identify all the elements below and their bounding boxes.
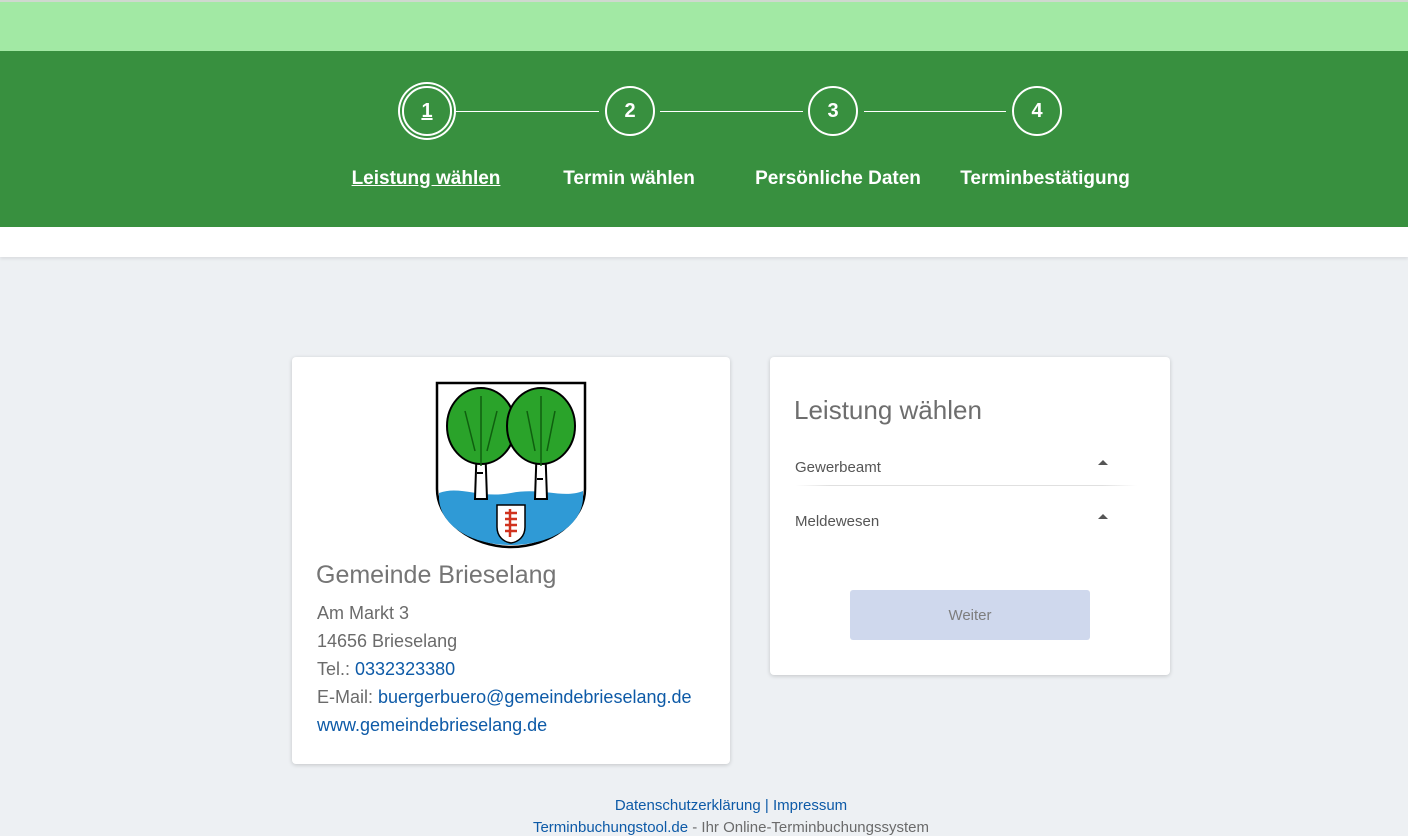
step-1-circle[interactable]: 1 bbox=[402, 86, 452, 136]
phone-link[interactable]: 0332323380 bbox=[355, 659, 455, 679]
step-2-circle: 2 bbox=[605, 86, 655, 136]
email-label: E-Mail: bbox=[317, 687, 379, 707]
imprint-link[interactable]: Impressum bbox=[773, 797, 847, 814]
email-link[interactable]: buergerbuero@gemeindebrieselang.de bbox=[378, 687, 692, 707]
step-connector bbox=[456, 111, 599, 112]
next-button[interactable]: Weiter bbox=[850, 590, 1090, 640]
sub-header-bar bbox=[0, 227, 1408, 257]
email-line: E-Mail: buergerbuero@gemeindebrieselang.… bbox=[317, 687, 692, 708]
tool-suffix: - Ihr Online-Terminbuchungssystem bbox=[688, 819, 930, 836]
website-link[interactable]: www.gemeindebrieselang.de bbox=[317, 715, 547, 735]
step-1-label[interactable]: Leistung wählen bbox=[352, 168, 501, 190]
step-connector bbox=[660, 111, 803, 112]
category-meldewesen[interactable]: Meldewesen bbox=[795, 501, 1137, 541]
step-connector bbox=[864, 111, 1006, 112]
step-4-number: 4 bbox=[1031, 100, 1043, 122]
step-3-label: Persönliche Daten bbox=[755, 168, 921, 189]
step-2-number: 2 bbox=[624, 100, 636, 122]
footer-links: Datenschutzerklärung | Impressum bbox=[0, 797, 1408, 814]
caret-up-icon bbox=[1098, 514, 1108, 519]
step-2-label: Termin wählen bbox=[563, 168, 695, 189]
step-4-circle: 4 bbox=[1012, 86, 1062, 136]
phone-label: Tel.: bbox=[317, 659, 356, 679]
footer-separator: | bbox=[760, 797, 773, 814]
address-city: 14656 Brieselang bbox=[317, 631, 458, 651]
coat-of-arms-icon bbox=[435, 381, 587, 549]
step-3-number: 3 bbox=[827, 100, 839, 122]
phone-line: Tel.: 0332323380 bbox=[317, 659, 455, 680]
website-line: www.gemeindebrieselang.de bbox=[317, 715, 547, 736]
contact-card: Gemeinde Brieselang Am Markt 3 14656 Bri… bbox=[292, 357, 730, 764]
address-street: Am Markt 3 bbox=[317, 603, 410, 623]
tool-link[interactable]: Terminbuchungstool.de bbox=[533, 819, 688, 836]
footer-credit: Terminbuchungstool.de - Ihr Online-Termi… bbox=[0, 819, 1408, 836]
divider bbox=[795, 485, 1137, 486]
step-3-circle: 3 bbox=[808, 86, 858, 136]
category-label: Meldewesen bbox=[795, 513, 880, 530]
caret-up-icon bbox=[1098, 460, 1108, 465]
step-4-label: Terminbestätigung bbox=[960, 168, 1130, 189]
top-bar bbox=[0, 0, 1408, 51]
category-label: Gewerbeamt bbox=[795, 459, 881, 476]
progress-stepper: 1 2 3 4 Leistung wählen Termin wählen Pe… bbox=[0, 51, 1408, 227]
service-title: Leistung wählen bbox=[794, 395, 982, 425]
step-1-number: 1 bbox=[421, 100, 433, 122]
category-gewerbeamt[interactable]: Gewerbeamt bbox=[795, 447, 1137, 487]
service-card: Leistung wählen Gewerbeamt Meldewesen We… bbox=[770, 357, 1170, 675]
privacy-link[interactable]: Datenschutzerklärung bbox=[615, 797, 761, 814]
organization-name: Gemeinde Brieselang bbox=[316, 561, 557, 589]
